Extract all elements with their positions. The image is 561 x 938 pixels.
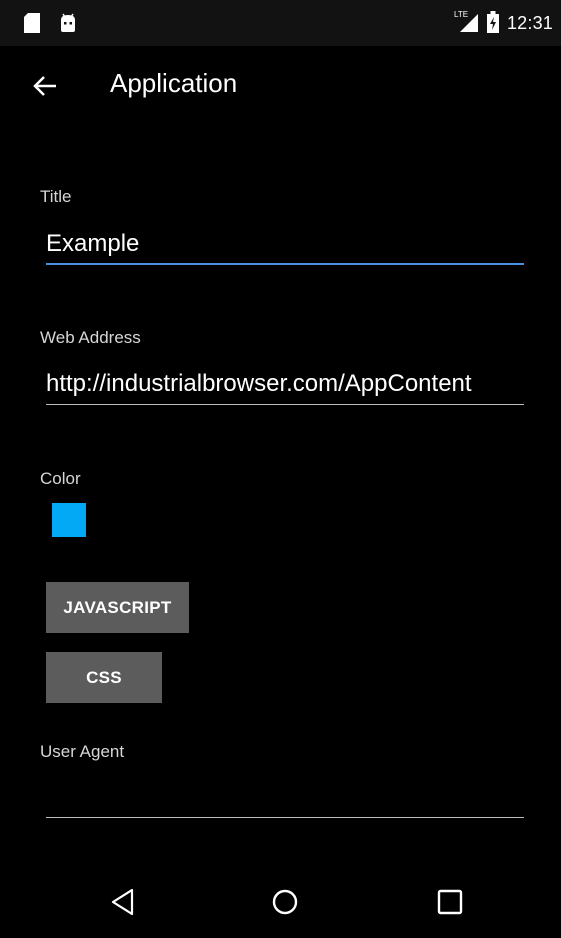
user-agent-label: User Agent xyxy=(40,742,125,761)
android-icon xyxy=(61,13,75,32)
web-address-field[interactable]: http://industrialbrowser.com/AppContent xyxy=(46,370,524,404)
user-agent-field-underline xyxy=(46,817,524,818)
status-bar: LTE 12:31 xyxy=(0,0,561,46)
color-swatch[interactable] xyxy=(52,503,86,537)
navigation-bar xyxy=(0,866,561,938)
title-field-underline xyxy=(46,263,524,265)
user-agent-field[interactable] xyxy=(46,777,524,817)
css-button[interactable]: CSS xyxy=(46,652,162,703)
title-field[interactable] xyxy=(46,224,524,264)
home-circle-icon[interactable] xyxy=(269,886,301,918)
back-triangle-icon[interactable] xyxy=(108,886,140,918)
page-title: Application xyxy=(110,68,238,98)
clock: 12:31 xyxy=(506,13,553,33)
title-label: Title xyxy=(40,187,72,206)
battery-icon xyxy=(487,11,499,33)
web-address-label: Web Address xyxy=(40,328,141,347)
recents-square-icon[interactable] xyxy=(434,886,466,918)
signal-icon xyxy=(460,14,478,32)
javascript-button[interactable]: JAVASCRIPT xyxy=(46,582,189,633)
color-label: Color xyxy=(40,469,81,488)
sd-card-icon xyxy=(24,13,40,33)
arrow-left-icon[interactable] xyxy=(30,70,62,102)
web-address-field-underline xyxy=(46,404,524,405)
app-toolbar: Application xyxy=(0,46,561,128)
